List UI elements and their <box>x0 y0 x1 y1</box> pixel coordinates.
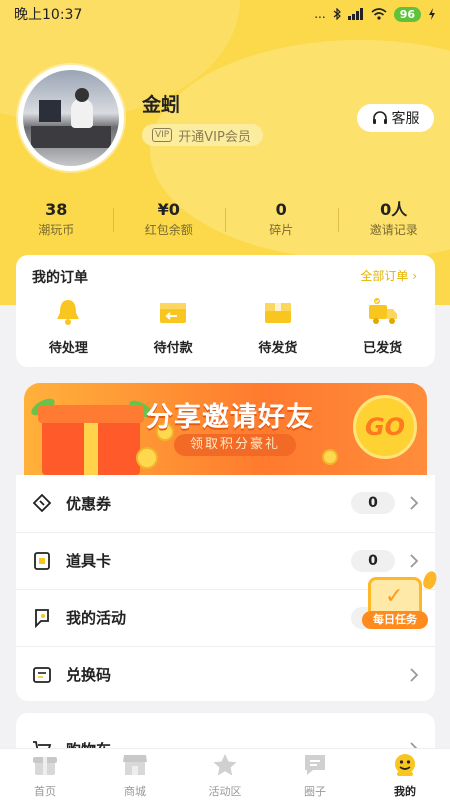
bell-icon <box>57 300 80 325</box>
orders-card: 我的订单 全部订单 › 待处理 待付款 待发货 已发货 <box>16 255 435 367</box>
bluetooth-icon <box>333 8 341 20</box>
order-status-label: 待付款 <box>153 341 193 356</box>
headset-icon <box>372 111 387 124</box>
order-status-to-ship[interactable]: 待发货 <box>226 297 331 356</box>
invite-friends-banner[interactable]: 分享邀请好友 领取积分豪礼 GO <box>24 383 427 475</box>
stat-coins[interactable]: 38 潮玩币 <box>0 200 113 242</box>
stat-red-packet[interactable]: ¥0 红包余额 <box>112 200 226 242</box>
daily-task-label: 每日任务 <box>362 611 428 629</box>
profile-header: 金蚓 VIP 开通VIP会员 客服 <box>0 60 450 190</box>
avatar-photo-detail <box>75 88 89 102</box>
banner-subline: 领取积分豪礼 <box>174 434 297 456</box>
shop-icon <box>123 755 147 775</box>
tab-activity-zone[interactable]: 活动区 <box>180 749 270 800</box>
star-icon <box>213 754 237 776</box>
order-status-list: 待处理 待付款 待发货 已发货 <box>16 297 435 356</box>
banner-go-button[interactable]: GO <box>353 395 417 459</box>
menu-item-coupons[interactable]: 优惠券 0 <box>16 475 435 531</box>
avatar-photo <box>23 70 119 166</box>
order-status-label: 已发货 <box>363 341 403 356</box>
signal-dots: ... <box>314 7 326 21</box>
tab-label: 首页 <box>34 785 56 798</box>
tab-label: 我的 <box>394 785 416 798</box>
customer-service-label: 客服 <box>391 111 420 127</box>
charging-icon <box>429 8 435 20</box>
menu-item-count: 0 <box>351 492 395 514</box>
tab-label: 商城 <box>124 785 146 798</box>
user-nickname: 金蚓 <box>142 94 181 116</box>
order-status-pending[interactable]: 待处理 <box>16 297 121 356</box>
battery-indicator: 96 <box>393 6 421 22</box>
flag-icon <box>35 608 49 628</box>
menu-item-count: 0 <box>351 549 395 572</box>
stat-label: 红包余额 <box>144 223 193 237</box>
tab-label: 圈子 <box>304 785 326 798</box>
open-vip-button[interactable]: VIP 开通VIP会员 <box>142 124 263 146</box>
profile-icon <box>395 754 415 776</box>
avatar-photo-detail <box>31 126 111 148</box>
stat-invites[interactable]: 0人 邀请记录 <box>337 200 450 242</box>
vip-label: 开通VIP会员 <box>178 129 251 145</box>
stats-row: 38 潮玩币 ¥0 红包余额 0 碎片 0人 邀请记录 <box>0 200 450 242</box>
avatar-photo-detail <box>39 100 61 122</box>
status-bar: 晚上10:37 ... 96 <box>0 0 450 28</box>
order-status-label: 待发货 <box>258 341 298 356</box>
tab-circle[interactable]: 圈子 <box>270 749 360 800</box>
order-status-shipped[interactable]: 已发货 <box>330 297 435 356</box>
stat-value: 38 <box>45 200 68 219</box>
menu-item-label: 我的活动 <box>66 609 127 627</box>
menu-item-label: 优惠券 <box>66 494 112 513</box>
truck-icon <box>368 298 397 324</box>
flame-decoration <box>421 569 439 591</box>
stat-value: 0 <box>275 200 287 219</box>
tab-shop[interactable]: 商城 <box>90 749 180 800</box>
redeem-code-icon <box>33 666 51 683</box>
tab-home[interactable]: 首页 <box>0 749 90 800</box>
order-status-label: 待处理 <box>48 341 88 356</box>
stat-label: 碎片 <box>269 223 294 237</box>
wallet-box-icon <box>160 303 187 323</box>
menu-item-label: 兑换码 <box>66 666 112 684</box>
coupon-icon <box>32 493 52 513</box>
gift-box-icon <box>38 405 144 475</box>
tab-mine[interactable]: 我的 <box>360 749 450 800</box>
menu-item-label: 道具卡 <box>66 552 112 570</box>
chevron-right-icon <box>410 496 419 510</box>
stat-value: 0人 <box>380 200 408 219</box>
menu-item-redeem-code[interactable]: 兑换码 <box>16 646 435 702</box>
order-status-unpaid[interactable]: 待付款 <box>121 297 226 356</box>
status-time: 晚上10:37 <box>14 7 83 23</box>
wifi-icon <box>371 8 387 20</box>
tab-label: 活动区 <box>208 785 242 798</box>
package-icon <box>264 303 291 323</box>
card-icon <box>34 551 50 570</box>
daily-task-floating-button[interactable]: 每日任务 <box>356 569 440 635</box>
vip-icon: VIP <box>152 128 173 142</box>
coin-decoration <box>136 447 158 469</box>
stat-label: 邀请记录 <box>369 223 418 237</box>
customer-service-button[interactable]: 客服 <box>357 104 434 132</box>
cell-signal-icon <box>347 8 363 20</box>
orders-title: 我的订单 <box>32 270 88 286</box>
stat-label: 潮玩币 <box>38 223 75 237</box>
chevron-right-icon <box>410 667 419 682</box>
avatar[interactable] <box>18 65 124 171</box>
coin-decoration <box>322 449 338 465</box>
all-orders-link[interactable]: 全部订单 › <box>360 267 417 284</box>
chevron-right-icon <box>410 553 419 568</box>
stat-value: ¥0 <box>157 200 180 219</box>
chat-icon <box>305 755 325 775</box>
banner-headline: 分享邀请好友 <box>146 402 314 433</box>
bottom-tab-bar: 首页 商城 活动区 圈子 我的 <box>0 748 450 800</box>
home-gift-icon <box>33 757 57 775</box>
stat-fragments[interactable]: 0 碎片 <box>225 200 338 242</box>
avatar-photo-detail <box>71 98 93 128</box>
status-icons: ... 96 <box>314 6 436 22</box>
